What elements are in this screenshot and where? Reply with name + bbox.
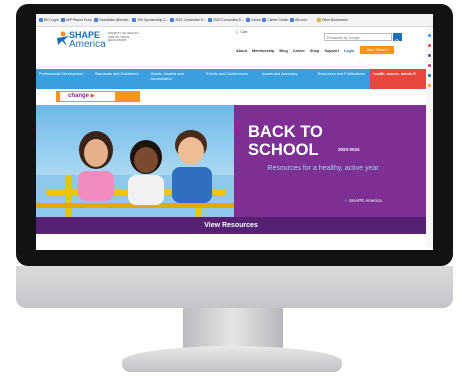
browser-screen: BIO Login AEP Report Entry Foundation (B…	[36, 14, 433, 250]
play-icon: ▶	[90, 93, 95, 99]
main-nav: Professional Development Standards and G…	[36, 69, 427, 89]
monitor-chin	[16, 266, 453, 308]
bookmarks-bar: BIO Login AEP Report Entry Foundation (B…	[36, 14, 433, 27]
search-input[interactable]: Enhanced by Google	[324, 33, 392, 41]
bookmark-icon	[39, 18, 43, 22]
bookmark-item[interactable]: Foundation (Benefa...	[93, 18, 130, 22]
bookmark-icon	[132, 18, 137, 22]
nav-link-blog[interactable]: Blog	[279, 49, 287, 53]
bookmark-other[interactable]: Other Bookmarks	[316, 18, 348, 22]
hero-subtitle: Resources for a healthy, active year	[267, 165, 379, 172]
bookmark-item[interactable]: 2020 Convention E...	[208, 18, 244, 22]
side-panel-icon[interactable]	[428, 34, 431, 37]
search-button[interactable]	[393, 33, 402, 45]
change-logo: change ▶	[60, 92, 115, 101]
hero-photo-children	[36, 105, 234, 217]
main-nav-resources[interactable]: Resources and Publications	[315, 69, 371, 89]
bookmark-item[interactable]: Career Center	[262, 18, 288, 22]
change-banner[interactable]: change ▶	[56, 91, 140, 102]
main-nav-health-moves-minds[interactable]: health. moves. minds.®	[370, 69, 427, 89]
shape-logo-icon: ✦	[344, 198, 348, 203]
bookmark-icon	[93, 18, 98, 22]
hero-brand: ✦ SHAPE America	[344, 198, 382, 203]
nav-link-about[interactable]: About	[236, 49, 247, 53]
main-nav-events[interactable]: Events and Conferences	[203, 69, 259, 89]
side-panel-icon[interactable]	[428, 74, 431, 77]
side-panel-icon[interactable]	[428, 84, 431, 87]
nav-link-login[interactable]: Login	[344, 49, 354, 53]
side-panel-icon[interactable]	[428, 44, 431, 47]
shape-logo-icon	[57, 31, 69, 46]
search-icon	[394, 39, 400, 45]
children-illustration	[36, 130, 234, 217]
nav-link-career[interactable]: Career	[293, 49, 305, 53]
bookmark-icon	[245, 18, 250, 22]
bookmark-icon	[208, 18, 213, 22]
bookmark-item[interactable]: The Sponsorship C...	[132, 18, 168, 22]
monitor-stand-base	[122, 346, 342, 372]
site-header: SHAPE America SOCIETY OF HEALTH AND PHYS…	[36, 27, 433, 69]
cart-link[interactable]: 🛒 Cart	[235, 30, 247, 34]
browser-side-panel	[426, 27, 433, 247]
hero-year: 2023-2024	[338, 147, 360, 152]
cart-icon: 🛒	[235, 30, 240, 34]
bookmark-icon	[290, 18, 295, 22]
site-logo[interactable]: SHAPE America	[69, 31, 106, 50]
side-panel-icon[interactable]	[428, 64, 431, 67]
nav-link-support[interactable]: Support	[324, 49, 339, 53]
bookmark-item[interactable]: Bill.com	[290, 18, 307, 22]
bookmark-item[interactable]: 2021 Convention E...	[170, 18, 206, 22]
main-nav-advocacy[interactable]: Issues and Advocacy	[259, 69, 315, 89]
utility-nav: About Membership Blog Career Shop Suppor…	[236, 49, 354, 53]
bookmark-icon	[170, 18, 175, 22]
folder-icon	[316, 18, 321, 22]
hero-title: BACK TO SCHOOL	[248, 123, 323, 159]
hero-banner[interactable]: BACK TO SCHOOL 2023-2024 Resources for a…	[36, 105, 426, 217]
bookmark-icon	[60, 18, 65, 22]
side-panel-icon[interactable]	[428, 54, 431, 57]
nav-link-shop[interactable]: Shop	[310, 49, 320, 53]
bookmark-item[interactable]: Canva	[245, 18, 260, 22]
bookmark-icon	[262, 18, 267, 22]
nav-link-membership[interactable]: Membership	[252, 49, 274, 53]
view-resources-button[interactable]: View Resources	[36, 217, 426, 234]
main-nav-grants[interactable]: Grants, Awards and Accreditation	[147, 69, 203, 89]
bookmark-item[interactable]: BIO Login	[39, 18, 59, 22]
main-nav-standards[interactable]: Standards and Guidelines	[92, 69, 148, 89]
logo-tagline: SOCIETY OF HEALTH AND PHYSICAL EDUCATORS	[108, 31, 139, 43]
bookmark-item[interactable]: AEP Report Entry	[60, 18, 92, 22]
join-renew-button[interactable]: Join / Renew	[360, 46, 394, 54]
main-nav-professional-development[interactable]: Professional Development	[36, 69, 92, 89]
